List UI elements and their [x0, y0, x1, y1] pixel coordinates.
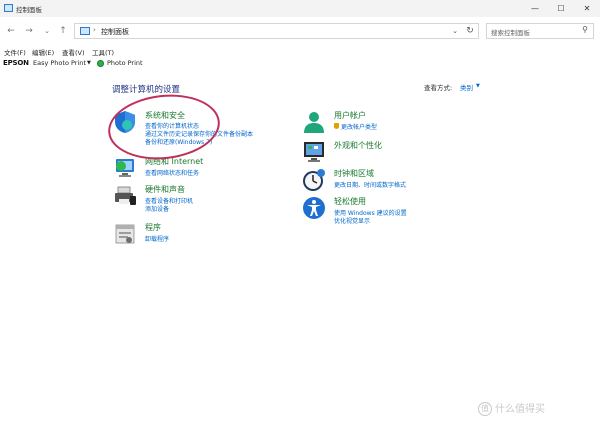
menu-view[interactable]: 查看(V) — [62, 47, 85, 57]
breadcrumb-control-panel[interactable]: 控制面板 — [101, 27, 129, 37]
category-title[interactable]: 用户帐户 — [334, 110, 366, 121]
link-optimize-visual-display[interactable]: 优化视觉显示 — [334, 216, 370, 225]
up-button[interactable]: ↑ — [56, 24, 70, 38]
navigation-bar: ← → ⌄ ↑ › 控制面板 ⌄ ↻ 搜索控制面板 ⚲ — [0, 18, 600, 44]
title-bar: 控制面板 — ☐ ✕ — [0, 0, 600, 17]
refresh-button[interactable]: ↻ — [463, 24, 477, 38]
accessibility-icon[interactable] — [302, 196, 326, 220]
link-uninstall-program[interactable]: 卸载程序 — [145, 234, 169, 243]
link-network-status[interactable]: 查看网络状态和任务 — [145, 168, 199, 177]
window-title: 控制面板 — [16, 6, 42, 14]
programs-icon[interactable] — [113, 222, 137, 246]
view-by-label: 查看方式: — [424, 84, 453, 92]
photo-print-icon — [97, 60, 104, 67]
epson-toolbar: EPSON Easy Photo Print ▼ Photo Print — [0, 58, 600, 70]
back-button[interactable]: ← — [4, 24, 18, 38]
link-change-account-type[interactable]: 更改帐户类型 — [341, 122, 377, 131]
clock-icon[interactable] — [302, 168, 326, 192]
epson-logo: EPSON — [3, 59, 29, 67]
category-title[interactable]: 轻松使用 — [334, 196, 366, 207]
watermark-logo: 值 — [478, 402, 492, 416]
easy-photo-print-dropdown-icon[interactable]: ▼ — [87, 60, 91, 66]
category-title[interactable]: 外观和个性化 — [334, 140, 382, 151]
page-title: 调整计算机的设置 — [112, 85, 181, 95]
printer-icon[interactable] — [113, 184, 137, 208]
highlight-annotation — [104, 89, 224, 165]
category-title[interactable]: 程序 — [145, 222, 161, 233]
control-panel-icon — [80, 27, 90, 35]
link-add-device[interactable]: 添加设备 — [145, 204, 169, 213]
minimize-button[interactable]: — — [522, 0, 548, 17]
address-dropdown-button[interactable]: ⌄ — [448, 24, 462, 38]
user-icon[interactable] — [302, 110, 326, 134]
menu-tools[interactable]: 工具(T) — [92, 47, 114, 57]
appearance-icon[interactable] — [302, 140, 326, 164]
search-placeholder: 搜索控制面板 — [491, 29, 530, 37]
category-title[interactable]: 硬件和声音 — [145, 184, 185, 195]
maximize-button[interactable]: ☐ — [548, 0, 574, 17]
menu-file[interactable]: 文件(F) — [4, 47, 26, 57]
view-by-dropdown[interactable]: 类别 — [460, 82, 473, 92]
address-bar[interactable]: › 控制面板 — [74, 23, 479, 39]
menu-bar: 文件(F) 编辑(E) 查看(V) 工具(T) — [0, 46, 600, 58]
link-change-date-time-format[interactable]: 更改日期、时间或数字格式 — [334, 180, 406, 189]
watermark-text: 什么值得买 — [495, 404, 545, 415]
uac-shield-icon — [334, 123, 339, 129]
search-icon[interactable]: ⚲ — [582, 25, 588, 34]
easy-photo-print-button[interactable]: Easy Photo Print — [33, 59, 86, 67]
menu-edit[interactable]: 编辑(E) — [32, 47, 54, 57]
recent-locations-dropdown[interactable]: ⌄ — [40, 24, 54, 38]
close-button[interactable]: ✕ — [574, 0, 600, 17]
breadcrumb-separator: › — [93, 26, 96, 34]
category-title[interactable]: 时钟和区域 — [334, 168, 374, 179]
forward-button[interactable]: → — [22, 24, 36, 38]
photo-print-button[interactable]: Photo Print — [107, 59, 143, 67]
network-icon[interactable] — [113, 156, 137, 180]
watermark: 值什么值得买 — [478, 400, 545, 416]
control-panel-icon — [4, 4, 13, 12]
view-by-dropdown-icon[interactable]: ▼ — [476, 83, 480, 89]
search-input[interactable]: 搜索控制面板 ⚲ — [486, 23, 594, 39]
